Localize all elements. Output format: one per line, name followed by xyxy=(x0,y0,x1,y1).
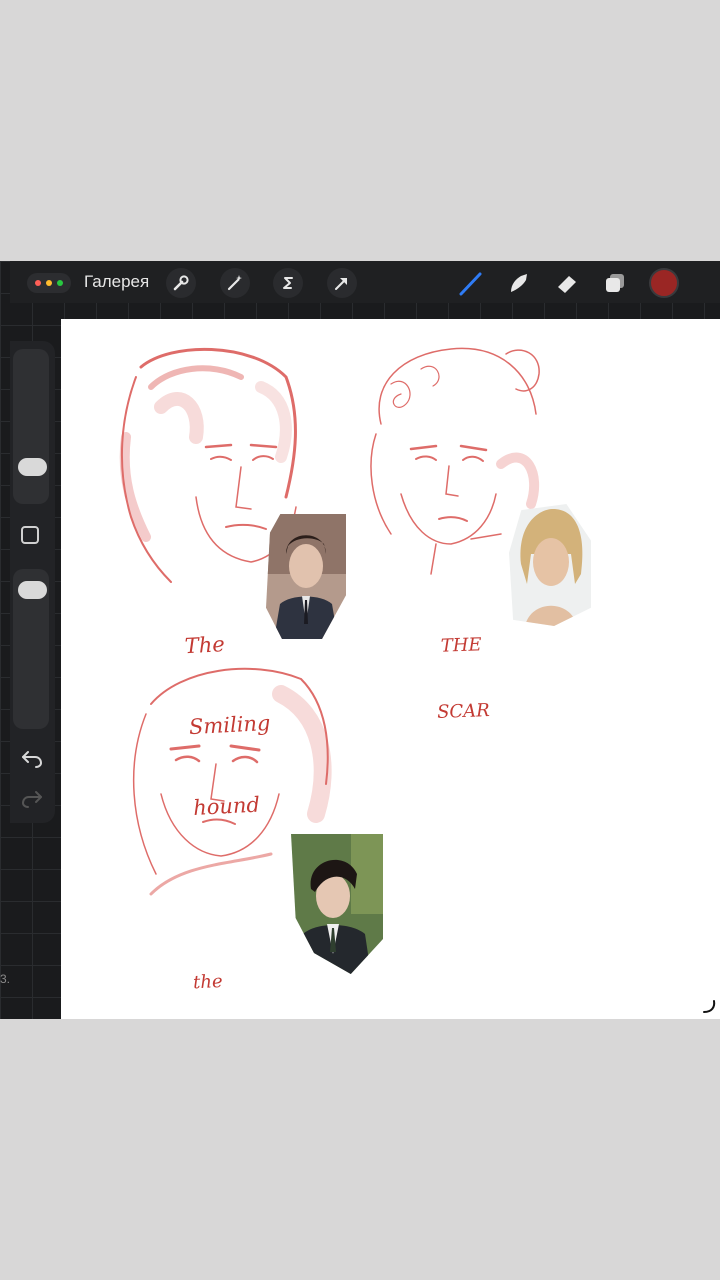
selection-s-icon xyxy=(283,277,293,289)
caption-line: THE xyxy=(440,634,482,657)
caption-scar: THE SCAR xyxy=(433,590,492,768)
edge-number: 3. xyxy=(0,972,11,986)
procreate-app: Галерея The Smiling hound THE SCAR the xyxy=(0,261,720,1019)
caption-line: The xyxy=(184,632,226,659)
selection-button[interactable] xyxy=(273,268,303,298)
brush-size-slider[interactable] xyxy=(13,349,49,504)
caption-sorcerer: the sorcerer xyxy=(178,920,265,1019)
reference-photo-1 xyxy=(266,514,346,639)
reference-photo-2 xyxy=(509,504,591,626)
caption-line: the xyxy=(192,970,224,994)
redo-icon[interactable] xyxy=(21,789,43,809)
caption-smiling-hound: The Smiling hound xyxy=(181,575,278,876)
brush-button[interactable] xyxy=(456,268,486,298)
transform-button[interactable] xyxy=(327,268,357,298)
close-dot-icon xyxy=(35,280,41,286)
reference-photo-3 xyxy=(291,834,383,974)
adjustments-button[interactable] xyxy=(220,268,250,298)
zoom-dot-icon xyxy=(57,280,63,286)
gallery-button[interactable]: Галерея xyxy=(84,272,149,292)
left-sidebar xyxy=(10,341,55,823)
modify-square-icon[interactable] xyxy=(21,526,39,544)
opacity-thumb[interactable] xyxy=(18,580,47,599)
arrow-transform-icon xyxy=(335,278,347,290)
magic-wand-icon xyxy=(227,275,242,291)
actions-button[interactable] xyxy=(166,268,196,298)
minimize-dot-icon xyxy=(46,280,52,286)
top-toolbar: Галерея xyxy=(10,261,720,303)
eraser-button[interactable] xyxy=(552,268,582,298)
wrench-icon xyxy=(173,275,189,291)
caption-line: hound xyxy=(192,792,261,821)
caption-line: Smiling xyxy=(188,710,271,740)
window-controls-button[interactable] xyxy=(27,273,71,293)
drawing-canvas[interactable]: The Smiling hound THE SCAR the sorcerer xyxy=(61,319,720,1019)
canvas-corner-mark-icon xyxy=(703,1000,716,1013)
layers-button[interactable] xyxy=(600,268,630,298)
smudge-button[interactable] xyxy=(504,268,534,298)
caption-line: SCAR xyxy=(436,700,491,723)
brush-icon xyxy=(459,272,482,296)
color-picker-button[interactable] xyxy=(649,268,679,298)
opacity-slider[interactable] xyxy=(13,569,49,729)
brush-size-thumb[interactable] xyxy=(18,458,47,477)
smudge-icon xyxy=(511,274,527,292)
layers-icon xyxy=(606,274,624,292)
undo-icon[interactable] xyxy=(21,749,43,769)
eraser-icon xyxy=(558,276,576,293)
